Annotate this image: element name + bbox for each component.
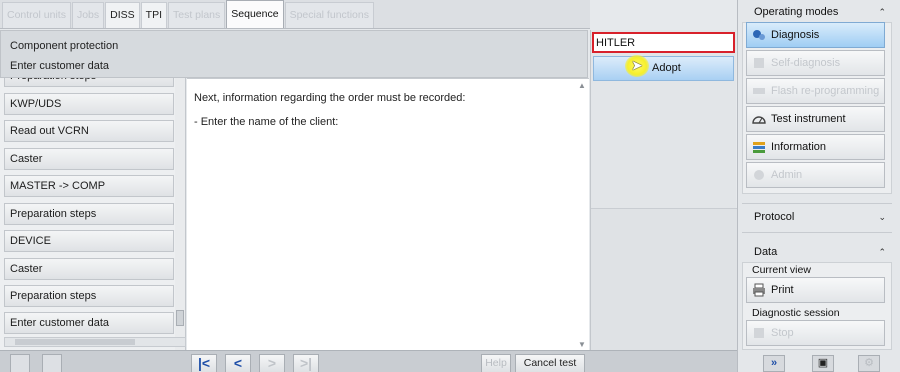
tab-jobs[interactable]: Jobs (71, 2, 105, 28)
screenshot-icon[interactable]: ▣ (812, 355, 834, 372)
down-chevron-icon[interactable]: ⌄ (878, 207, 886, 227)
scrollbar-thumb[interactable] (176, 310, 184, 326)
admin-label: Admin (771, 169, 803, 181)
forward-icon[interactable]: » (763, 355, 785, 372)
stethoscope-icon (753, 30, 765, 40)
next-step-button[interactable]: > (259, 354, 285, 372)
printer-icon (753, 283, 765, 297)
header-title: Component protection (10, 40, 119, 52)
operating-modes-header[interactable]: Operating modes ⌃ (742, 2, 892, 22)
sequence-step-list: Preparation steps KWP/UDS Read out VCRN … (0, 78, 186, 350)
step-item[interactable]: Preparation steps (4, 203, 174, 225)
step-item[interactable]: Caster (4, 258, 174, 280)
flash-reprogramming-button[interactable]: Flash re-programming (746, 78, 885, 104)
diagnosis-label: Diagnosis (771, 29, 820, 41)
instruction-scrollbar[interactable]: ▲ ▼ (577, 81, 587, 349)
flash-icon (753, 88, 765, 94)
current-view-label: Current view (752, 264, 811, 276)
step-list-scrollbar[interactable] (175, 78, 185, 350)
sequence-header: Component protection Enter customer data (0, 30, 588, 78)
instruction-text: Next, information regarding the order mu… (194, 92, 466, 104)
adopt-button[interactable]: Adopt (593, 56, 734, 81)
information-label: Information (771, 141, 827, 153)
divider (742, 203, 892, 204)
information-button[interactable]: Information (746, 134, 885, 160)
admin-icon (754, 170, 764, 180)
print-button[interactable]: Print (746, 277, 885, 303)
previous-step-button[interactable]: < (225, 354, 251, 372)
tab-diss[interactable]: DISS (105, 2, 140, 28)
divider (742, 232, 892, 233)
books-icon (753, 142, 765, 153)
test-instrument-button[interactable]: Test instrument (746, 106, 885, 132)
up-chevron-icon[interactable]: ⌃ (878, 2, 886, 22)
tab-bar: Control units Jobs DISS TPI Test plans S… (0, 0, 590, 29)
up-chevron-icon[interactable]: ⌃ (878, 242, 886, 262)
step-item[interactable]: KWP/UDS (4, 93, 174, 115)
tab-control-units[interactable]: Control units (2, 2, 71, 28)
help-button[interactable]: Help (481, 354, 511, 372)
right-sidebar: Operating modes ⌃ Diagnosis Self-diagnos… (737, 0, 900, 372)
test-instrument-label: Test instrument (771, 113, 846, 125)
scrollbar-thumb[interactable] (15, 339, 135, 345)
diagnostic-session-label: Diagnostic session (752, 307, 840, 319)
step-item[interactable]: Caster (4, 148, 174, 170)
first-step-button[interactable]: |< (191, 354, 217, 372)
step-item[interactable]: Preparation steps (4, 285, 174, 307)
print-label: Print (771, 284, 794, 296)
scroll-up-icon[interactable]: ▲ (578, 81, 586, 90)
bottom-toolbar: |< < > >| Help Cancel test (0, 350, 737, 372)
cancel-test-button[interactable]: Cancel test (515, 354, 585, 372)
self-diagnosis-button[interactable]: Self-diagnosis (746, 50, 885, 76)
self-diagnosis-icon (754, 58, 764, 68)
stop-button[interactable]: Stop (746, 320, 885, 346)
mouse-cursor-icon: ➤ (631, 57, 643, 73)
input-panel: Adopt (590, 30, 737, 350)
header-subtitle: Enter customer data (10, 60, 110, 72)
data-header[interactable]: Data ⌃ (742, 242, 892, 262)
step-item[interactable]: Enter customer data (4, 312, 174, 334)
self-diagnosis-label: Self-diagnosis (771, 57, 841, 69)
step-item[interactable]: DEVICE (4, 230, 174, 252)
diagnosis-button[interactable]: Diagnosis (746, 22, 885, 48)
protocol-header[interactable]: Protocol ⌄ (742, 207, 892, 227)
step-item[interactable]: Read out VCRN (4, 120, 174, 142)
stop-icon (754, 328, 764, 338)
notes-icon[interactable] (42, 354, 62, 372)
settings-icon[interactable]: ⚙ (858, 355, 880, 372)
stop-label: Stop (771, 327, 794, 339)
tab-test-plans[interactable]: Test plans (168, 2, 226, 28)
client-name-input[interactable] (592, 32, 735, 53)
tab-special-functions[interactable]: Special functions (284, 2, 374, 28)
step-list-hscrollbar[interactable] (4, 337, 186, 347)
step-item[interactable]: Preparation steps (4, 78, 174, 87)
gauge-icon (752, 116, 766, 124)
operating-modes-title: Operating modes (754, 6, 839, 18)
step-item[interactable]: MASTER -> COMP (4, 175, 174, 197)
admin-button[interactable]: Admin (746, 162, 885, 188)
protocol-title: Protocol (754, 211, 795, 223)
tab-sequence[interactable]: Sequence (226, 0, 284, 28)
document-icon[interactable] (10, 354, 30, 372)
data-title: Data (754, 246, 778, 258)
instruction-panel: Next, information regarding the order mu… (187, 78, 589, 350)
last-step-button[interactable]: >| (293, 354, 319, 372)
input-panel-lower (591, 208, 737, 350)
instruction-prompt: - Enter the name of the client: (194, 116, 339, 128)
flash-reprogramming-label: Flash re-programming (771, 85, 880, 97)
scroll-down-icon[interactable]: ▼ (578, 340, 586, 349)
tab-tpi[interactable]: TPI (140, 2, 167, 28)
